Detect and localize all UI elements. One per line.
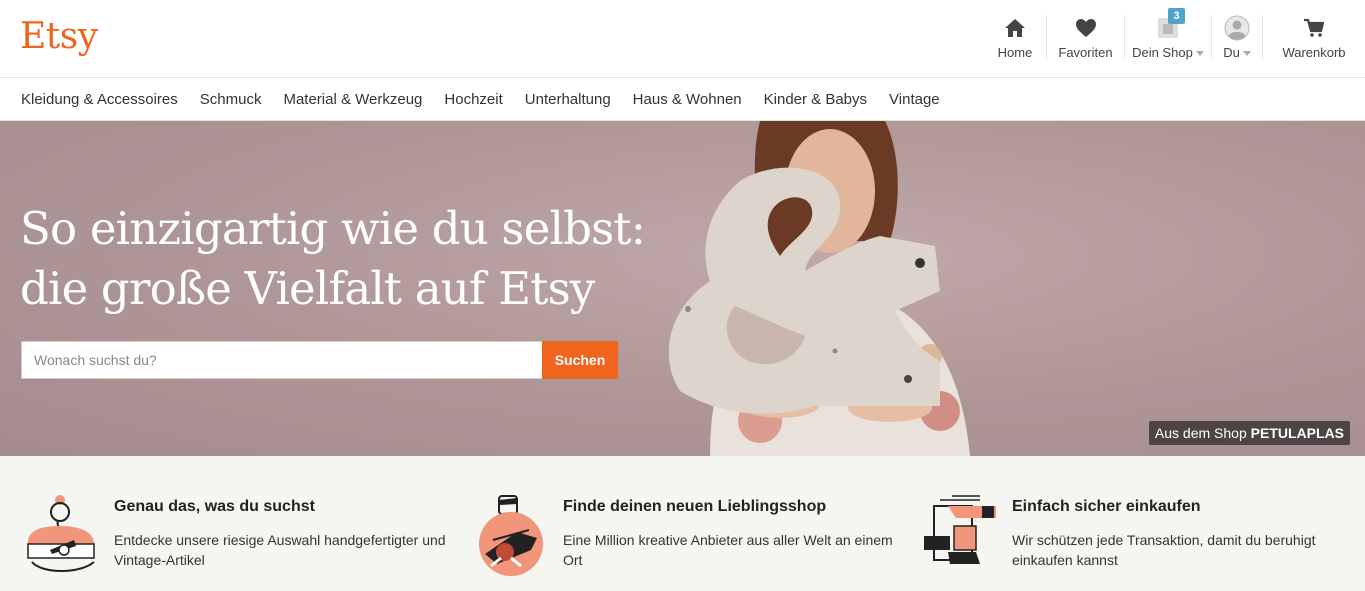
site-header: Etsy Home Favoriten 3 Dein Shop Du Waren… (0, 0, 1365, 78)
chevron-down-icon (1242, 51, 1251, 57)
hero-headline-line2: die große Vielfalt auf Etsy (20, 262, 595, 315)
header-nav: Home Favoriten 3 Dein Shop Du Warenkorb (984, 0, 1365, 78)
search-input[interactable] (21, 341, 542, 379)
category-home[interactable]: Haus & Wohnen (622, 91, 753, 108)
value-prop-title: Genau das, was du suchst (114, 498, 315, 515)
avatar-icon (1224, 15, 1250, 41)
value-prop-title: Finde deinen neuen Lieblingsshop (563, 498, 827, 515)
value-prop-item: Genau das, was du suchst Entdecke unsere… (22, 456, 462, 591)
hero-headline: So einzigartig wie du selbst: die große … (20, 199, 660, 319)
nav-favorites[interactable]: Favoriten (1047, 0, 1124, 78)
value-prop-title: Einfach sicher einkaufen (1012, 498, 1201, 515)
category-kids[interactable]: Kinder & Babys (753, 91, 878, 108)
hero-headline-line1: So einzigartig wie du selbst: (20, 202, 646, 255)
shop-credit-prefix: Aus dem Shop (1154, 425, 1247, 441)
nav-cart[interactable]: Warenkorb (1263, 0, 1365, 78)
value-prop-item: Finde deinen neuen Lieblingsshop Eine Mi… (471, 456, 911, 591)
nav-home-label: Home (997, 45, 1033, 60)
etsy-logo[interactable]: Etsy (20, 13, 98, 61)
man-knitting-icon (479, 495, 543, 576)
hero-banner: So einzigartig wie du selbst: die große … (0, 121, 1365, 456)
nav-favorites-label: Favoriten (1058, 45, 1113, 60)
value-prop-text: Entdecke unsere riesige Auswahl handgefe… (114, 532, 446, 568)
value-propositions: Genau das, was du suchst Entdecke unsere… (0, 456, 1365, 591)
nav-you[interactable]: Du (1212, 0, 1262, 78)
nav-your-shop[interactable]: 3 Dein Shop (1125, 0, 1211, 78)
nav-home[interactable]: Home (984, 0, 1046, 78)
shop-credit-link[interactable]: Aus dem Shop PETULAPLAS (1148, 421, 1350, 445)
search-form: Suchen (21, 341, 618, 379)
value-prop-text: Eine Million kreative Anbieter aus aller… (563, 532, 893, 568)
heart-icon (1073, 15, 1099, 41)
home-icon (1002, 15, 1028, 41)
shop-credit-name: PETULAPLAS (1250, 425, 1344, 441)
category-entertainment[interactable]: Unterhaltung (514, 91, 622, 108)
chevron-down-icon (1195, 51, 1204, 57)
value-prop-item: Einfach sicher einkaufen Wir schützen je… (920, 456, 1360, 591)
hero-photo-woman-ampersand (668, 121, 970, 456)
category-vintage[interactable]: Vintage (878, 91, 951, 108)
category-nav: Kleidung & Accessoires Schmuck Material … (0, 78, 1365, 121)
woman-crafting-icon (27, 495, 95, 572)
category-jewelry[interactable]: Schmuck (189, 91, 273, 108)
category-wedding[interactable]: Hochzeit (433, 91, 513, 108)
nav-you-label: Du (1223, 45, 1251, 60)
value-prop-text: Wir schützen jede Transaktion, damit du … (1012, 532, 1316, 568)
handshake-box-icon (924, 495, 996, 564)
shop-notification-badge: 3 (1168, 8, 1185, 24)
cart-icon (1301, 15, 1327, 41)
nav-your-shop-label: Dein Shop (1132, 45, 1204, 60)
category-supplies[interactable]: Material & Werkzeug (272, 91, 433, 108)
category-clothing[interactable]: Kleidung & Accessoires (10, 91, 189, 108)
nav-cart-label: Warenkorb (1282, 45, 1346, 60)
search-button[interactable]: Suchen (542, 341, 618, 379)
